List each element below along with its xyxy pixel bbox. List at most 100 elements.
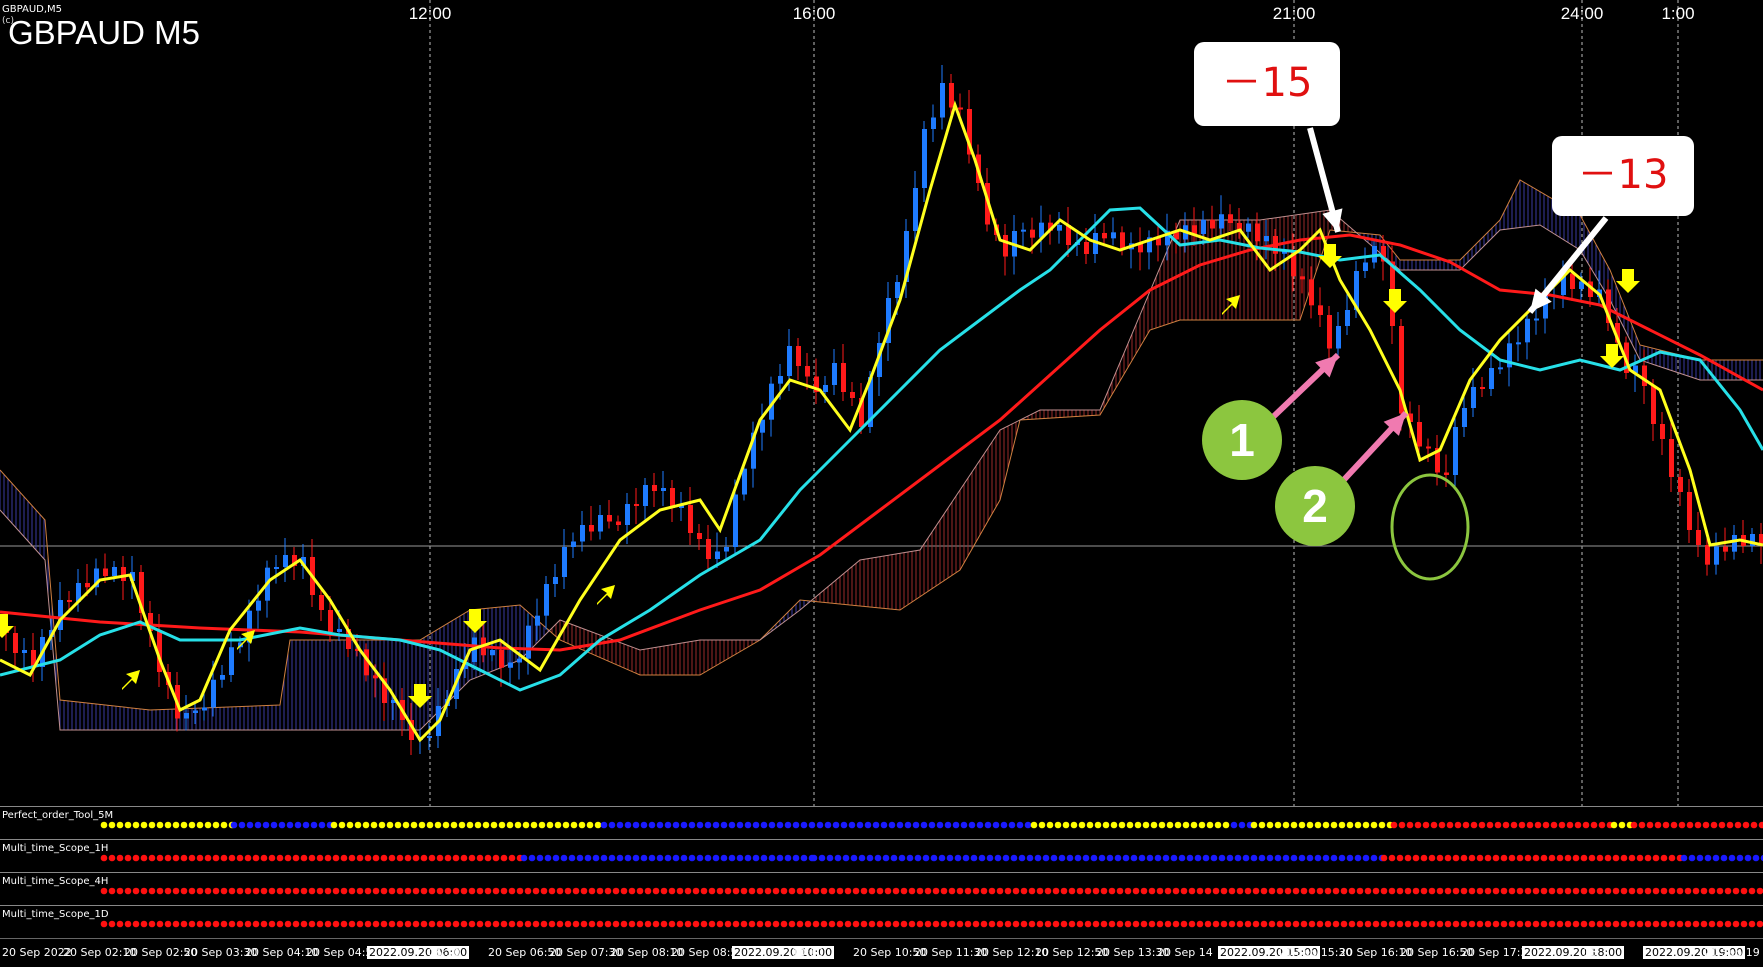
panel-label: Multi_time_Scope_4H xyxy=(2,876,109,887)
signal-dot xyxy=(220,854,228,862)
signal-dot xyxy=(156,920,164,928)
signal-dot xyxy=(514,821,522,829)
signal-dot xyxy=(1108,920,1116,928)
candle-body xyxy=(922,129,927,188)
signal-dot xyxy=(956,887,964,895)
candle-body xyxy=(652,485,657,491)
signal-dot xyxy=(1720,854,1728,862)
signal-dot xyxy=(1058,854,1066,862)
signal-dot xyxy=(874,854,882,862)
price-chart[interactable] xyxy=(0,0,1763,806)
signal-dot xyxy=(1676,920,1684,928)
signal-dot xyxy=(780,887,788,895)
candle-body xyxy=(850,392,855,398)
signal-dot xyxy=(1404,887,1412,895)
candle-body xyxy=(1642,365,1647,386)
signal-dot xyxy=(1244,887,1252,895)
indicator-panel-4h: Multi_time_Scope_4H xyxy=(0,872,1763,905)
signal-dot xyxy=(1002,854,1010,862)
signal-dot xyxy=(156,887,164,895)
signal-dot xyxy=(364,920,372,928)
signal-dot xyxy=(676,887,684,895)
signal-dot xyxy=(492,920,500,928)
signal-dot xyxy=(332,854,340,862)
signal-dot xyxy=(796,887,804,895)
signal-dot xyxy=(276,887,284,895)
candle-body xyxy=(1516,342,1521,345)
signal-dot xyxy=(684,920,692,928)
signal-dot xyxy=(308,920,316,928)
signal-dot xyxy=(404,920,412,928)
signal-dot xyxy=(356,887,364,895)
signal-dot xyxy=(624,821,632,829)
signal-dot xyxy=(1540,887,1548,895)
signal-dot xyxy=(1126,821,1134,829)
signal-dot xyxy=(636,887,644,895)
signal-dot xyxy=(370,821,378,829)
signal-dot xyxy=(436,920,444,928)
signal-dot xyxy=(444,920,452,928)
signal-dot xyxy=(1166,821,1174,829)
signal-dot xyxy=(1540,920,1548,928)
signal-dot xyxy=(1292,887,1300,895)
signal-dot xyxy=(1258,821,1266,829)
signal-dot xyxy=(1742,821,1750,829)
signal-dot xyxy=(1604,920,1612,928)
signal-dot xyxy=(1330,821,1338,829)
signal-dot xyxy=(346,821,354,829)
signal-dot xyxy=(608,854,616,862)
signal-dot xyxy=(1462,821,1470,829)
signal-dot xyxy=(668,920,676,928)
signal-dot xyxy=(1102,821,1110,829)
signal-dot xyxy=(1712,854,1720,862)
signal-dot xyxy=(724,920,732,928)
candle-body xyxy=(1102,233,1107,239)
signal-dot xyxy=(404,854,412,862)
signal-dot xyxy=(380,854,388,862)
signal-dot xyxy=(476,854,484,862)
signal-dot xyxy=(1250,821,1258,829)
signal-dot xyxy=(404,887,412,895)
signal-dot xyxy=(356,854,364,862)
signal-dot xyxy=(532,920,540,928)
signal-dot xyxy=(1412,854,1420,862)
signal-dot xyxy=(1348,887,1356,895)
signal-dot xyxy=(1574,821,1582,829)
signal-dot xyxy=(212,821,220,829)
signal-dot xyxy=(1396,887,1404,895)
signal-dot xyxy=(800,854,808,862)
signal-dot xyxy=(632,854,640,862)
signal-dot xyxy=(484,920,492,928)
signal-dot xyxy=(924,887,932,895)
signal-dot xyxy=(228,920,236,928)
signal-dot xyxy=(1122,854,1130,862)
signal-dot xyxy=(294,821,302,829)
signal-dot xyxy=(1008,821,1016,829)
signal-dot xyxy=(1188,887,1196,895)
signal-dot xyxy=(1486,821,1494,829)
signal-dot xyxy=(668,887,676,895)
signal-dot xyxy=(1142,821,1150,829)
signal-dot xyxy=(578,821,586,829)
signal-dot xyxy=(1092,887,1100,895)
signal-dot xyxy=(108,854,116,862)
candle-body xyxy=(22,650,27,653)
signal-dot xyxy=(164,854,172,862)
signal-dot xyxy=(1502,821,1510,829)
signal-dot xyxy=(1548,854,1556,862)
signal-dot xyxy=(836,887,844,895)
signal-dot xyxy=(600,854,608,862)
signal-dot xyxy=(1114,854,1122,862)
signal-dot xyxy=(164,821,172,829)
candle-body xyxy=(778,376,783,384)
signal-dot xyxy=(1734,821,1742,829)
candle-body xyxy=(805,366,810,377)
signal-dot xyxy=(460,887,468,895)
signal-dot xyxy=(1016,821,1024,829)
chart-canvas[interactable] xyxy=(0,0,1763,806)
signal-dot xyxy=(228,887,236,895)
signal-dot xyxy=(784,854,792,862)
signal-dot xyxy=(278,821,286,829)
signal-dot xyxy=(1508,920,1516,928)
signal-dot xyxy=(364,854,372,862)
